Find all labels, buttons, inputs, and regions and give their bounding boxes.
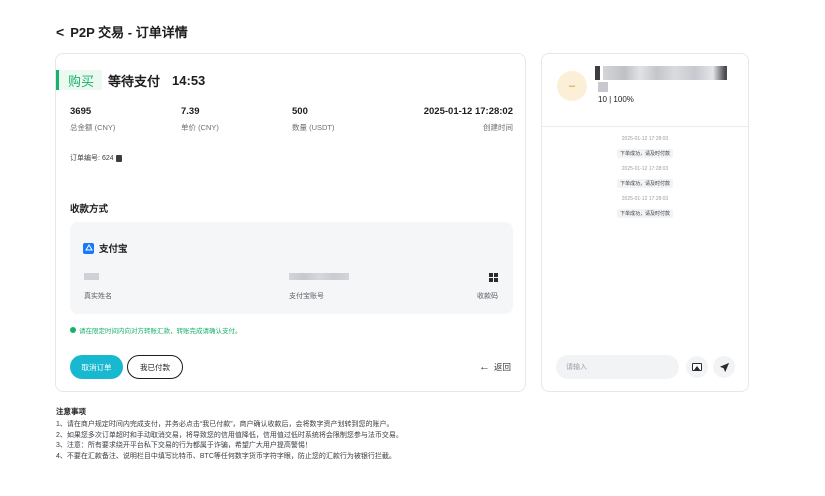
stat-value: 2025-01-12 17:28:02	[423, 106, 513, 117]
payment-method-box: 支付宝 真实姓名 支付宝账号 收款码	[70, 222, 513, 314]
back-link[interactable]: ← 返回	[479, 361, 511, 373]
order-status: 等待支付	[108, 73, 161, 89]
back-chevron-icon[interactable]: <	[56, 25, 64, 39]
account-redacted	[289, 273, 349, 280]
chat-message: 2025-01-12 17:28:03 下单成功，请及时付款	[542, 196, 748, 220]
stat-created-time: 2025-01-12 17:28:02 创建时间	[424, 106, 513, 133]
qr-code-icon[interactable]	[489, 273, 498, 282]
chat-input[interactable]	[556, 355, 679, 379]
message-time: 2025-01-12 17:28:03	[621, 196, 669, 202]
merchant-name-redacted-2	[598, 82, 608, 92]
stat-total: 3695 总金额 (CNY)	[70, 106, 115, 133]
image-upload-button[interactable]	[686, 356, 708, 378]
stat-quantity: 500 数量 (USDT)	[292, 106, 335, 133]
status-row: 购买 等待支付 14:53	[56, 68, 205, 92]
image-icon	[692, 363, 702, 371]
chat-panel: – 10 | 100% 2025-01-12 17:28:03 下单成功，请及时…	[541, 53, 749, 392]
qr-label: 收款码	[477, 293, 498, 300]
divider	[542, 126, 748, 127]
order-number-value: 624	[101, 154, 114, 162]
order-number: 订单编号: 624	[70, 153, 122, 163]
arrow-left-icon: ←	[478, 360, 490, 373]
payment-method: 支付宝	[83, 241, 128, 255]
page: < P2P 交易 - 订单详情 购买 等待支付 14:53 3695 总金额 (…	[0, 0, 825, 496]
stat-value: 7.39	[181, 106, 200, 117]
buy-tag: 购买	[56, 70, 103, 90]
stat-label: 单价 (CNY)	[181, 123, 219, 132]
payment-section-title: 收款方式	[70, 204, 109, 215]
note-line: 1、请在商户规定时间内完成支付，并务必点击“我已付款”，商户确认收款后，会将数字…	[56, 421, 394, 428]
back-label: 返回	[493, 362, 511, 372]
order-number-label: 订单编号:	[70, 155, 100, 162]
send-button[interactable]	[713, 356, 735, 378]
notes-title: 注意事项	[56, 407, 86, 416]
message-text: 下单成功，请及时付款	[616, 149, 673, 158]
stat-value: 3695	[70, 106, 92, 117]
cancel-order-button[interactable]: 取消订单	[70, 355, 123, 379]
page-title: P2P 交易 - 订单详情	[70, 25, 188, 40]
note-line: 3、注意：所有要求绕开平台私下交易的行为都属于诈骗，希望广大用户提高警惕！	[56, 442, 312, 450]
account-label: 支付宝账号	[289, 293, 324, 300]
chat-message: 2025-01-12 17:28:03 下单成功，请及时付款	[542, 166, 748, 190]
message-text: 下单成功，请及时付款	[616, 179, 673, 188]
chat-message: 2025-01-12 17:28:03 下单成功，请及时付款	[542, 136, 748, 160]
header: < P2P 交易 - 订单详情	[56, 22, 188, 41]
alipay-icon	[83, 242, 94, 254]
message-time: 2025-01-12 17:28:03	[621, 136, 669, 142]
order-card: 购买 等待支付 14:53 3695 总金额 (CNY) 7.39 单价 (CN…	[55, 53, 526, 392]
notice-text: 请在限定时间内向对方转账汇款，转账完成请确认支付。	[79, 328, 242, 335]
payment-method-name: 支付宝	[99, 244, 128, 255]
note-line: 4、不要在汇款备注、说明栏目中填写比特币、BTC等任何数字货币字符字眼，防止您的…	[56, 452, 396, 460]
stat-label: 数量 (USDT)	[292, 123, 335, 132]
merchant-name-redacted	[595, 66, 727, 80]
avatar: –	[557, 71, 587, 101]
stat-label: 总金额 (CNY)	[70, 123, 116, 132]
paid-button[interactable]: 我已付款	[127, 355, 183, 379]
message-text: 下单成功，请及时付款	[616, 209, 673, 218]
merchant-rate: 10 | 100%	[598, 95, 634, 104]
send-icon	[719, 362, 729, 372]
message-time: 2025-01-12 17:28:03	[621, 166, 669, 172]
stat-price: 7.39 单价 (CNY)	[181, 106, 219, 133]
copy-icon[interactable]	[115, 154, 122, 162]
note-line: 2、如果您多次订单超时和手动取消交易，将导致您的信用值降低，信用值过低时系统将会…	[56, 431, 403, 439]
notes-section: 注意事项 1、请在商户规定时间内完成支付，并务必点击“我已付款”，商户确认收款后…	[56, 406, 816, 462]
stat-label: 创建时间	[483, 123, 513, 132]
real-name-redacted	[84, 273, 99, 280]
info-icon	[70, 327, 76, 333]
real-name-label: 真实姓名	[84, 293, 112, 300]
payment-notice: 请在限定时间内向对方转账汇款，转账完成请确认支付。	[70, 325, 242, 335]
stat-value: 500	[292, 106, 308, 117]
countdown-timer: 14:53	[172, 72, 206, 88]
